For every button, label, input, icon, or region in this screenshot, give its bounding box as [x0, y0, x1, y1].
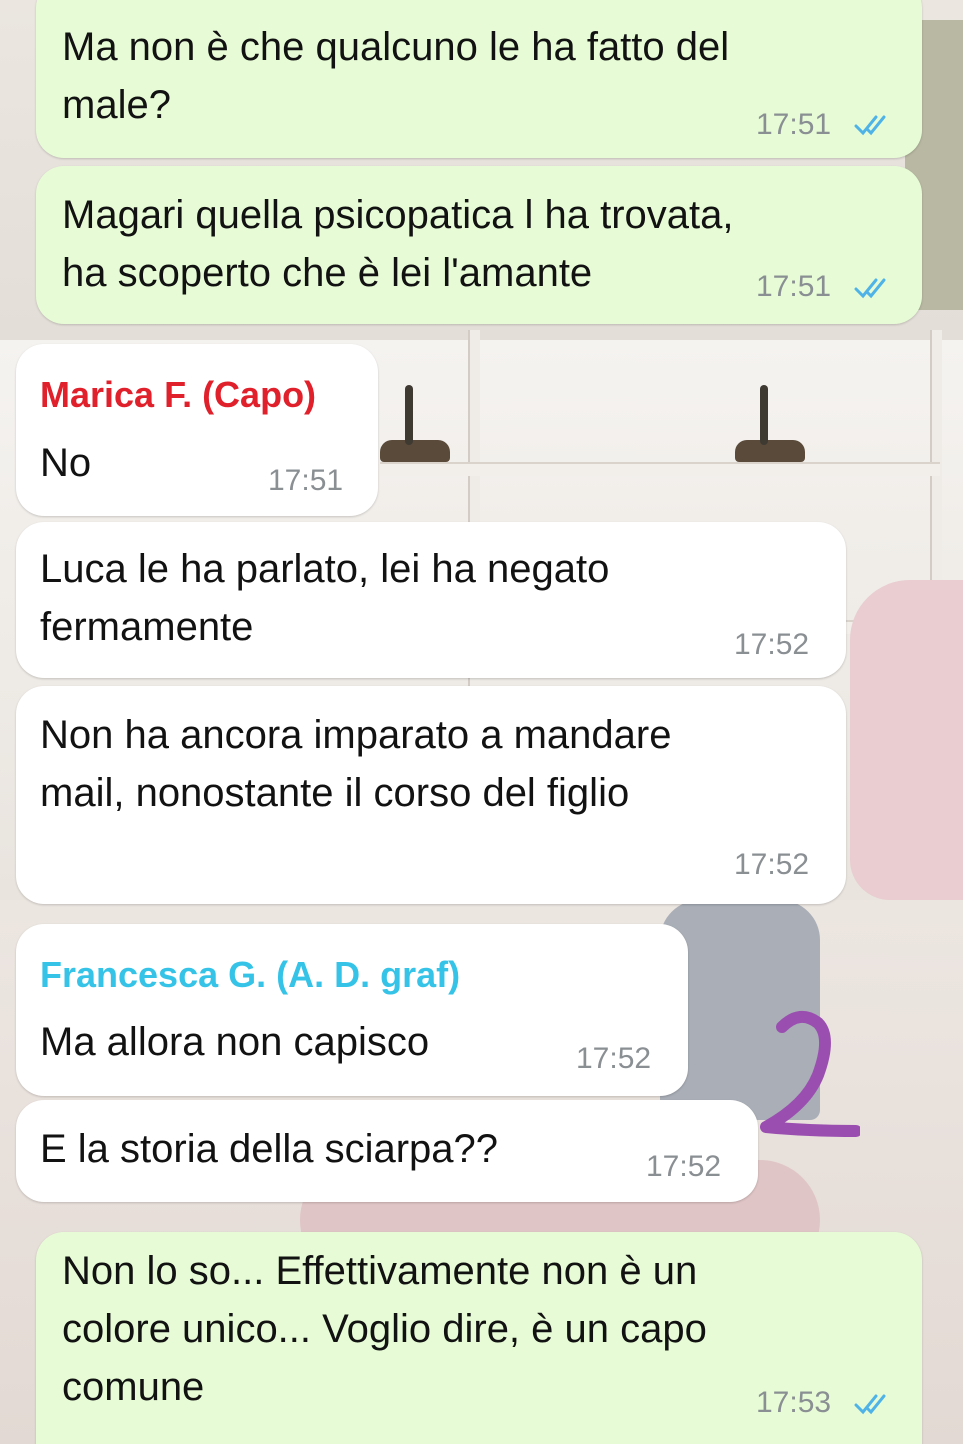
message-bubble-incoming[interactable]: Francesca G. (A. D. graf) Ma allora non … — [16, 924, 688, 1096]
message-time: 17:51 — [756, 270, 832, 303]
message-bubble-outgoing[interactable]: Non lo so... Effettivamente non è un col… — [36, 1232, 922, 1444]
double-check-read-icon — [854, 115, 886, 136]
message-time: 17:52 — [646, 1150, 722, 1183]
message-text: Ma allora non capisco — [40, 1020, 430, 1064]
sender-name[interactable]: Marica F. (Capo) — [40, 374, 316, 416]
message-text: Luca le ha parlato, lei ha negato fermam… — [40, 547, 610, 649]
message-bubble-outgoing[interactable]: Ma non è che qualcuno le ha fatto del ma… — [36, 0, 922, 158]
message-time: 17:52 — [734, 848, 810, 881]
message-text: No — [40, 441, 92, 485]
message-text: Non ha ancora imparato a mandare mail, n… — [40, 713, 672, 815]
message-bubble-incoming[interactable]: Marica F. (Capo) No 17:51 — [16, 344, 378, 516]
message-time: 17:52 — [734, 628, 810, 661]
message-time: 17:51 — [268, 464, 344, 497]
double-check-read-icon — [854, 1394, 886, 1415]
message-text: Magari quella psicopatica l ha trovata, … — [62, 193, 734, 295]
message-text: Ma non è che qualcuno le ha fatto del ma… — [62, 25, 730, 127]
message-bubble-incoming[interactable]: E la storia della sciarpa?? 17:52 — [16, 1100, 758, 1202]
message-text: Non lo so... Effettivamente non è un col… — [62, 1249, 707, 1409]
message-time: 17:53 — [756, 1386, 832, 1419]
message-time: 17:52 — [576, 1042, 652, 1075]
message-time: 17:51 — [756, 108, 832, 141]
handwritten-2-annotation — [760, 1011, 860, 1137]
message-bubble-outgoing[interactable]: Magari quella psicopatica l ha trovata, … — [36, 166, 922, 324]
message-bubble-incoming[interactable]: Luca le ha parlato, lei ha negato fermam… — [16, 522, 846, 678]
sender-name[interactable]: Francesca G. (A. D. graf) — [40, 954, 460, 996]
message-bubble-incoming[interactable]: Non ha ancora imparato a mandare mail, n… — [16, 686, 846, 904]
double-check-read-icon — [854, 278, 886, 299]
message-text: E la storia della sciarpa?? — [40, 1127, 499, 1171]
